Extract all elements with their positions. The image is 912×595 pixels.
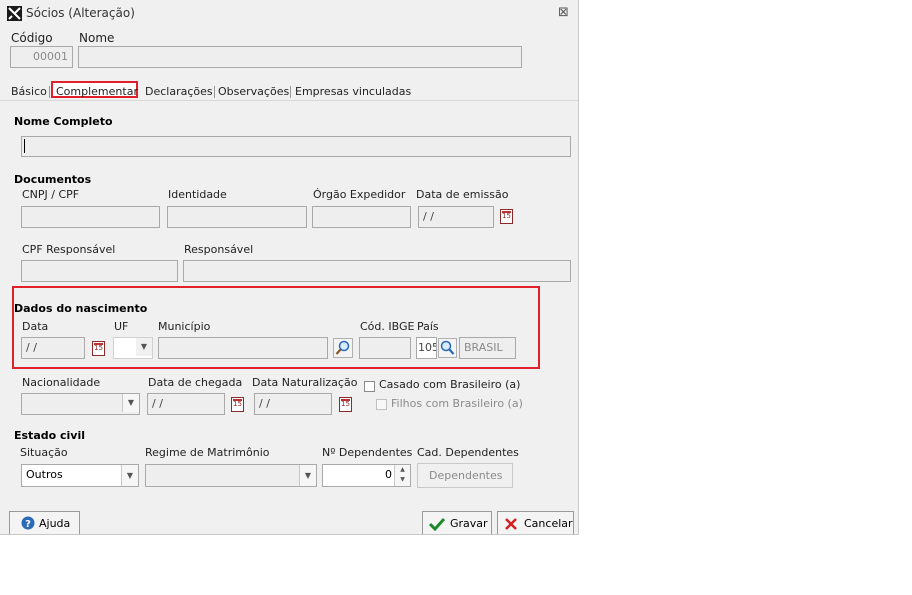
- text-cursor: [24, 139, 25, 153]
- tab-observacoes[interactable]: Observações: [218, 85, 289, 98]
- responsavel-field[interactable]: [183, 260, 571, 282]
- nacionalidade-label: Nacionalidade: [22, 376, 101, 389]
- cancel-x-icon: [505, 518, 517, 530]
- cnpj-cpf-label: CNPJ / CPF: [22, 188, 80, 201]
- gravar-button-label: Gravar: [450, 517, 488, 530]
- codigo-field[interactable]: 00001: [10, 46, 73, 68]
- num-dependentes-spinner[interactable]: 0 ▲ ▼: [322, 464, 411, 487]
- calendar-icon[interactable]: 15: [500, 209, 513, 224]
- data-emissao-field[interactable]: / /: [418, 206, 494, 228]
- documentos-heading: Documentos: [14, 173, 92, 186]
- help-icon: ?: [21, 516, 35, 530]
- search-icon[interactable]: [333, 338, 353, 358]
- data-naturalizacao-field[interactable]: / /: [254, 393, 332, 415]
- tab-separator: [290, 86, 291, 98]
- cancelar-button-label: Cancelar: [524, 517, 573, 530]
- num-dependentes-value: 0: [385, 468, 392, 481]
- search-icon[interactable]: [438, 338, 457, 358]
- municipio-field[interactable]: [158, 337, 328, 359]
- tab-separator: [214, 86, 215, 98]
- situacao-label: Situação: [20, 446, 68, 459]
- calendar-icon[interactable]: 15: [231, 397, 244, 412]
- calendar-icon[interactable]: 15: [339, 397, 352, 412]
- cod-ibge-field[interactable]: [359, 337, 411, 359]
- casado-brasileiro-checkbox[interactable]: [364, 381, 375, 392]
- calendar-icon[interactable]: 15: [92, 341, 105, 356]
- pais-code-field[interactable]: 105: [416, 337, 437, 359]
- municipio-label: Município: [158, 320, 211, 333]
- chevron-down-icon: ▼: [136, 338, 152, 356]
- gravar-button[interactable]: Gravar: [422, 511, 492, 534]
- num-dependentes-label: Nº Dependentes: [322, 446, 413, 459]
- tab-empresas-vinculadas[interactable]: Empresas vinculadas: [295, 85, 411, 98]
- data-emissao-label: Data de emissão: [416, 188, 509, 201]
- spinner-arrows-icon[interactable]: ▲ ▼: [394, 465, 410, 486]
- identidade-field[interactable]: [167, 206, 307, 228]
- data-chegada-label: Data de chegada: [148, 376, 243, 389]
- tab-basico[interactable]: Básico: [11, 85, 47, 98]
- nome-label: Nome: [79, 31, 115, 45]
- uf-select[interactable]: ▼: [113, 337, 153, 359]
- situacao-select[interactable]: Outros ▼: [21, 464, 139, 487]
- chevron-down-icon: ▼: [122, 394, 139, 412]
- nacionalidade-select[interactable]: ▼: [21, 393, 140, 415]
- regime-matrimonio-label: Regime de Matrimônio: [145, 446, 270, 459]
- dependentes-button[interactable]: Dependentes: [417, 463, 513, 488]
- ajuda-button[interactable]: ? Ajuda: [9, 511, 80, 534]
- estado-civil-heading: Estado civil: [14, 429, 86, 442]
- filhos-brasileiro-label: Filhos com Brasileiro (a): [391, 397, 523, 410]
- cpf-responsavel-field[interactable]: [21, 260, 178, 282]
- nome-completo-heading: Nome Completo: [14, 115, 113, 128]
- casado-brasileiro-label: Casado com Brasileiro (a): [379, 378, 521, 391]
- cad-dependentes-label: Cad. Dependentes: [417, 446, 519, 459]
- nome-field[interactable]: [78, 46, 522, 68]
- dependentes-button-label: Dependentes: [429, 469, 503, 482]
- data-naturalizacao-label: Data Naturalização: [252, 376, 358, 389]
- situacao-value: Outros: [26, 468, 63, 481]
- orgao-expedidor-label: Órgão Expedidor: [313, 188, 406, 201]
- pais-name-field: BRASIL: [459, 337, 516, 359]
- identidade-label: Identidade: [168, 188, 227, 201]
- nascimento-heading: Dados do nascimento: [14, 302, 148, 315]
- cancelar-button[interactable]: Cancelar: [497, 511, 574, 534]
- close-icon[interactable]: ⊠: [558, 5, 569, 20]
- codigo-label: Código: [11, 31, 53, 45]
- tab-separator: [49, 86, 50, 98]
- app-logo-icon: [7, 6, 22, 21]
- data-chegada-field[interactable]: / /: [147, 393, 225, 415]
- svg-text:?: ?: [25, 519, 31, 530]
- chevron-down-icon: ▼: [121, 465, 138, 486]
- uf-label: UF: [114, 320, 129, 333]
- checkmark-icon: [429, 517, 445, 531]
- ajuda-button-label: Ajuda: [39, 517, 71, 530]
- orgao-expedidor-field[interactable]: [312, 206, 411, 228]
- tab-complementar[interactable]: Complementar: [56, 85, 138, 98]
- window-title: Sócios (Alteração): [26, 6, 135, 20]
- cpf-responsavel-label: CPF Responsável: [22, 243, 116, 256]
- chevron-down-icon: ▼: [299, 465, 316, 486]
- cod-ibge-label: Cód. IBGE: [360, 320, 415, 333]
- pais-label: País: [417, 320, 439, 333]
- socios-dialog: Sócios (Alteração) ⊠ Código Nome 00001 B…: [0, 0, 579, 535]
- responsavel-label: Responsável: [184, 243, 254, 256]
- filhos-brasileiro-checkbox[interactable]: [376, 399, 387, 410]
- tab-declaracoes[interactable]: Declarações: [145, 85, 213, 98]
- regime-matrimonio-select[interactable]: ▼: [145, 464, 317, 487]
- cnpj-cpf-field[interactable]: [21, 206, 160, 228]
- title-bar: Sócios (Alteração) ⊠: [0, 0, 578, 27]
- data-nascimento-label: Data: [22, 320, 49, 333]
- data-nascimento-field[interactable]: / /: [21, 337, 85, 359]
- nome-completo-field[interactable]: [21, 136, 571, 157]
